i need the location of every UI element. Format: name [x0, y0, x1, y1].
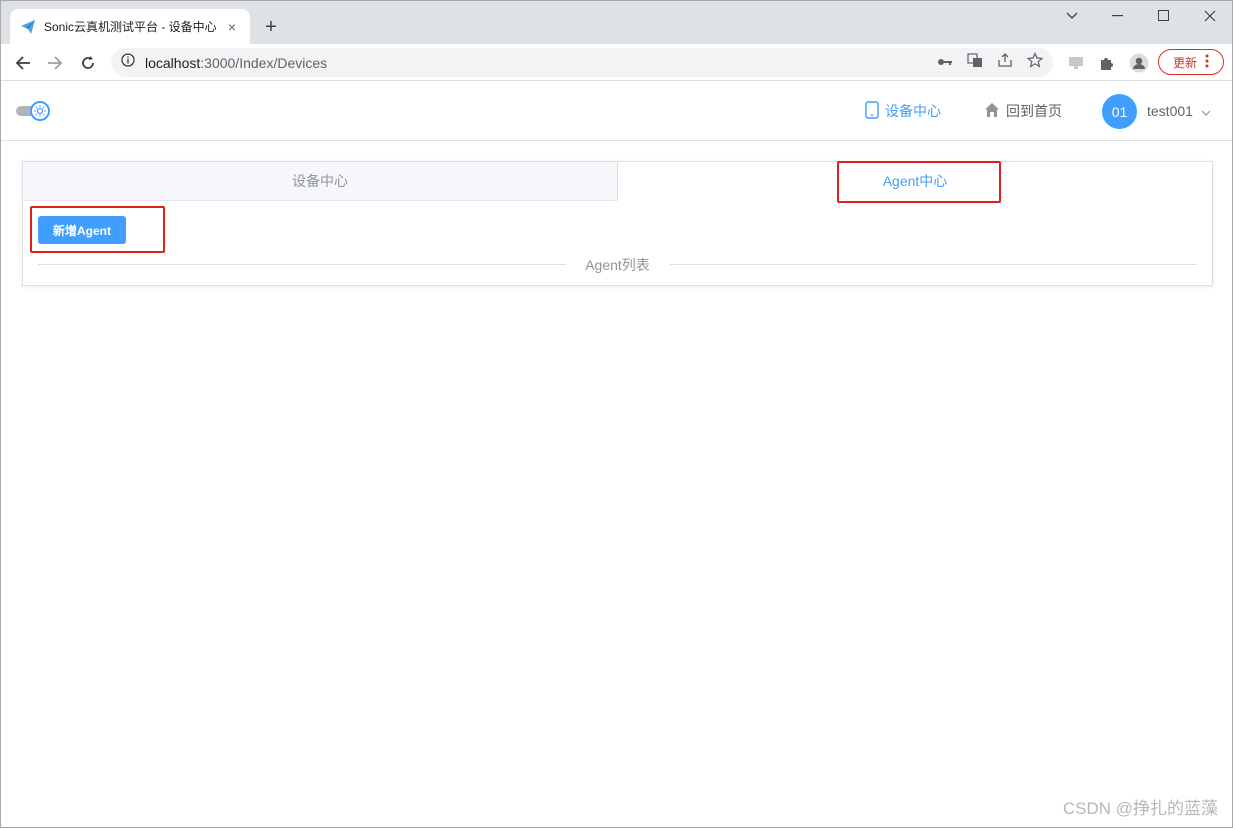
- forward-arrow-icon[interactable]: [42, 50, 68, 76]
- extension-icon[interactable]: [1063, 50, 1089, 76]
- minimize-icon[interactable]: [1095, 1, 1141, 31]
- nav-back-home[interactable]: 回到首页: [984, 82, 1062, 140]
- address-bar[interactable]: localhost:3000/Index/Devices: [111, 48, 1053, 77]
- username-label: test001: [1147, 103, 1193, 119]
- bookmark-star-icon[interactable]: [1026, 52, 1044, 73]
- agent-list-title: Agent列表: [565, 255, 670, 275]
- agent-list-divider: Agent列表: [38, 255, 1197, 275]
- update-label: 更新: [1172, 55, 1197, 70]
- tab-close-icon[interactable]: ×: [224, 19, 240, 35]
- home-icon: [984, 102, 1000, 121]
- profile-icon[interactable]: [1126, 50, 1152, 76]
- url-text: localhost:3000/Index/Devices: [145, 54, 328, 71]
- back-arrow-icon[interactable]: [10, 50, 36, 76]
- share-icon[interactable]: [997, 52, 1013, 73]
- browser-toolbar: localhost:3000/Index/Devices 更新: [1, 44, 1232, 81]
- close-window-icon[interactable]: [1187, 1, 1233, 31]
- puzzle-icon[interactable]: [1094, 50, 1120, 76]
- tab-title: Sonic云真机测试平台 - 设备中心: [44, 20, 217, 34]
- app-header: 设备中心 回到首页 01 test001: [1, 82, 1232, 141]
- paper-plane-icon: [20, 19, 36, 35]
- update-button[interactable]: 更新: [1158, 49, 1224, 75]
- maximize-icon[interactable]: [1141, 1, 1187, 31]
- theme-toggle[interactable]: [16, 101, 52, 121]
- annotation-box-add-agent: [30, 206, 165, 253]
- more-vert-icon: [1205, 54, 1209, 71]
- user-menu[interactable]: test001: [1147, 82, 1211, 140]
- chevron-down-icon: [1201, 103, 1211, 119]
- avatar[interactable]: 01: [1102, 94, 1137, 129]
- sun-icon: [30, 101, 50, 121]
- watermark: CSDN @挣扎的蓝藻: [1062, 799, 1218, 818]
- key-icon[interactable]: [937, 54, 953, 72]
- translate-icon[interactable]: [967, 52, 983, 73]
- nav-device-center[interactable]: 设备中心: [865, 82, 941, 140]
- reload-icon[interactable]: [75, 50, 101, 76]
- browser-tab[interactable]: Sonic云真机测试平台 - 设备中心 ×: [10, 9, 250, 44]
- device-agent-card: 设备中心 Agent中心 新增Agent Agent列表: [22, 161, 1213, 286]
- nav-device-center-label: 设备中心: [885, 103, 941, 119]
- nav-back-home-label: 回到首页: [1006, 103, 1062, 119]
- tab-device-center[interactable]: 设备中心: [23, 162, 617, 201]
- new-tab-button[interactable]: +: [259, 15, 283, 39]
- tab-strip: Sonic云真机测试平台 - 设备中心 × +: [1, 1, 1232, 44]
- site-info-icon[interactable]: [121, 53, 135, 72]
- phone-icon: [865, 100, 879, 122]
- card-tabs: 设备中心 Agent中心: [23, 162, 1212, 201]
- tab-search-icon[interactable]: [1049, 1, 1095, 31]
- annotation-box-agent-tab: [837, 161, 1001, 203]
- browser-window: Sonic云真机测试平台 - 设备中心 × + localhost:3000/I…: [0, 0, 1233, 828]
